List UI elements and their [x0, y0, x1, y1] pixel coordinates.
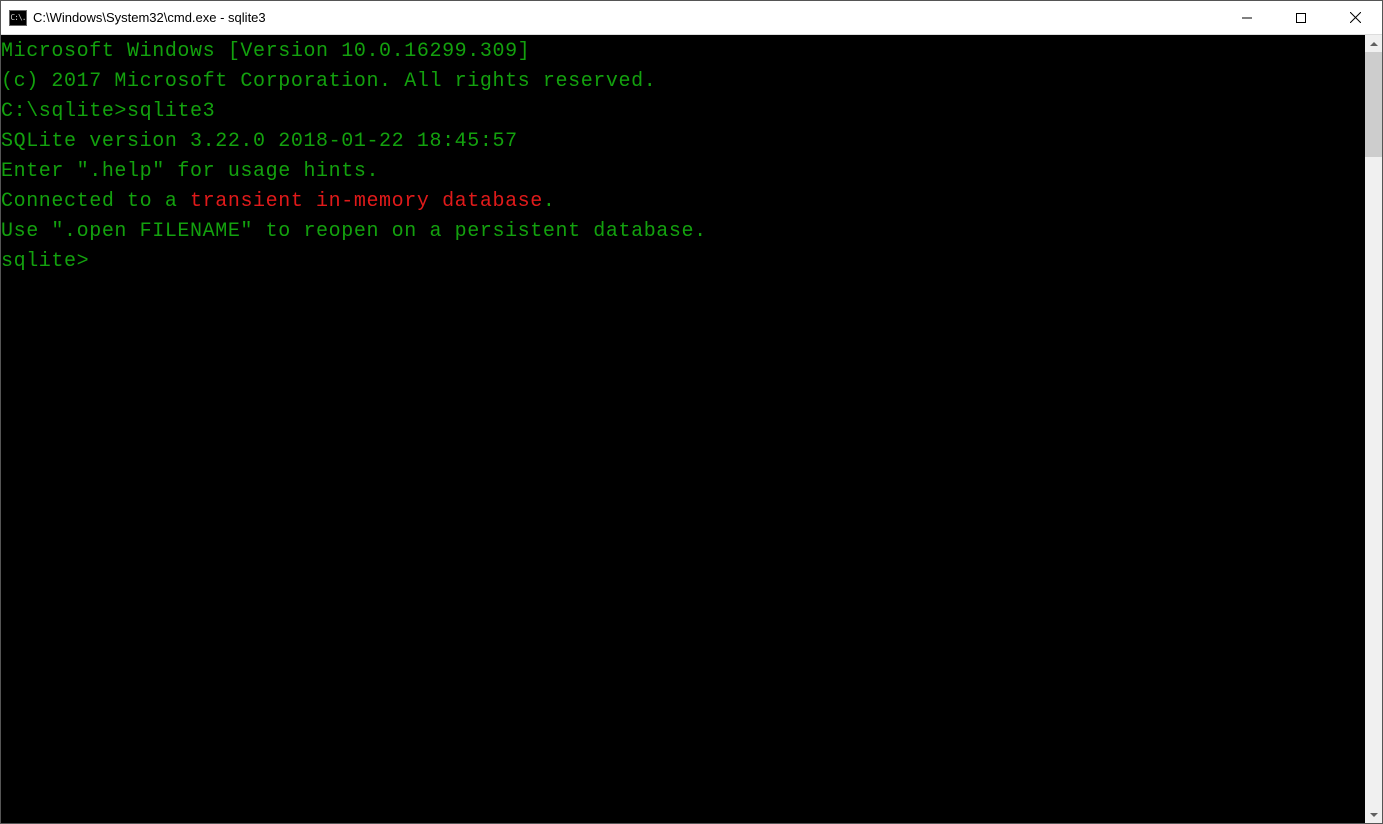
cmd-icon: C:\. — [9, 10, 27, 26]
terminal-line: Enter ".help" for usage hints. — [1, 157, 1365, 187]
terminal-line: C:\sqlite>sqlite3 — [1, 97, 1365, 127]
terminal-line: SQLite version 3.22.0 2018-01-22 18:45:5… — [1, 127, 1365, 157]
chevron-up-icon — [1370, 42, 1378, 46]
minimize-button[interactable] — [1220, 1, 1274, 34]
terminal-line: Connected to a transient in-memory datab… — [1, 187, 1365, 217]
window-title: C:\Windows\System32\cmd.exe - sqlite3 — [33, 10, 1220, 25]
terminal-line: sqlite> — [1, 247, 1365, 277]
scroll-thumb[interactable] — [1365, 52, 1382, 157]
terminal-line: (c) 2017 Microsoft Corporation. All righ… — [1, 67, 1365, 97]
cmd-window: C:\. C:\Windows\System32\cmd.exe - sqlit… — [0, 0, 1383, 824]
terminal-line: Use ".open FILENAME" to reopen on a pers… — [1, 217, 1365, 247]
close-button[interactable] — [1328, 1, 1382, 34]
titlebar[interactable]: C:\. C:\Windows\System32\cmd.exe - sqlit… — [1, 1, 1382, 35]
vertical-scrollbar[interactable] — [1365, 35, 1382, 823]
maximize-icon — [1296, 13, 1306, 23]
scroll-up-button[interactable] — [1365, 35, 1382, 52]
terminal-line: Microsoft Windows [Version 10.0.16299.30… — [1, 37, 1365, 67]
highlight-text: transient in-memory database — [190, 190, 543, 213]
maximize-button[interactable] — [1274, 1, 1328, 34]
chevron-down-icon — [1370, 813, 1378, 817]
terminal-output[interactable]: Microsoft Windows [Version 10.0.16299.30… — [1, 35, 1365, 823]
content-area: Microsoft Windows [Version 10.0.16299.30… — [1, 35, 1382, 823]
text: . — [543, 190, 556, 213]
command: sqlite3 — [127, 100, 215, 123]
prompt: C:\sqlite> — [1, 100, 127, 123]
text: Connected to a — [1, 190, 190, 213]
minimize-icon — [1242, 13, 1252, 23]
window-controls — [1220, 1, 1382, 34]
close-icon — [1350, 12, 1361, 23]
scroll-track[interactable] — [1365, 52, 1382, 806]
scroll-down-button[interactable] — [1365, 806, 1382, 823]
